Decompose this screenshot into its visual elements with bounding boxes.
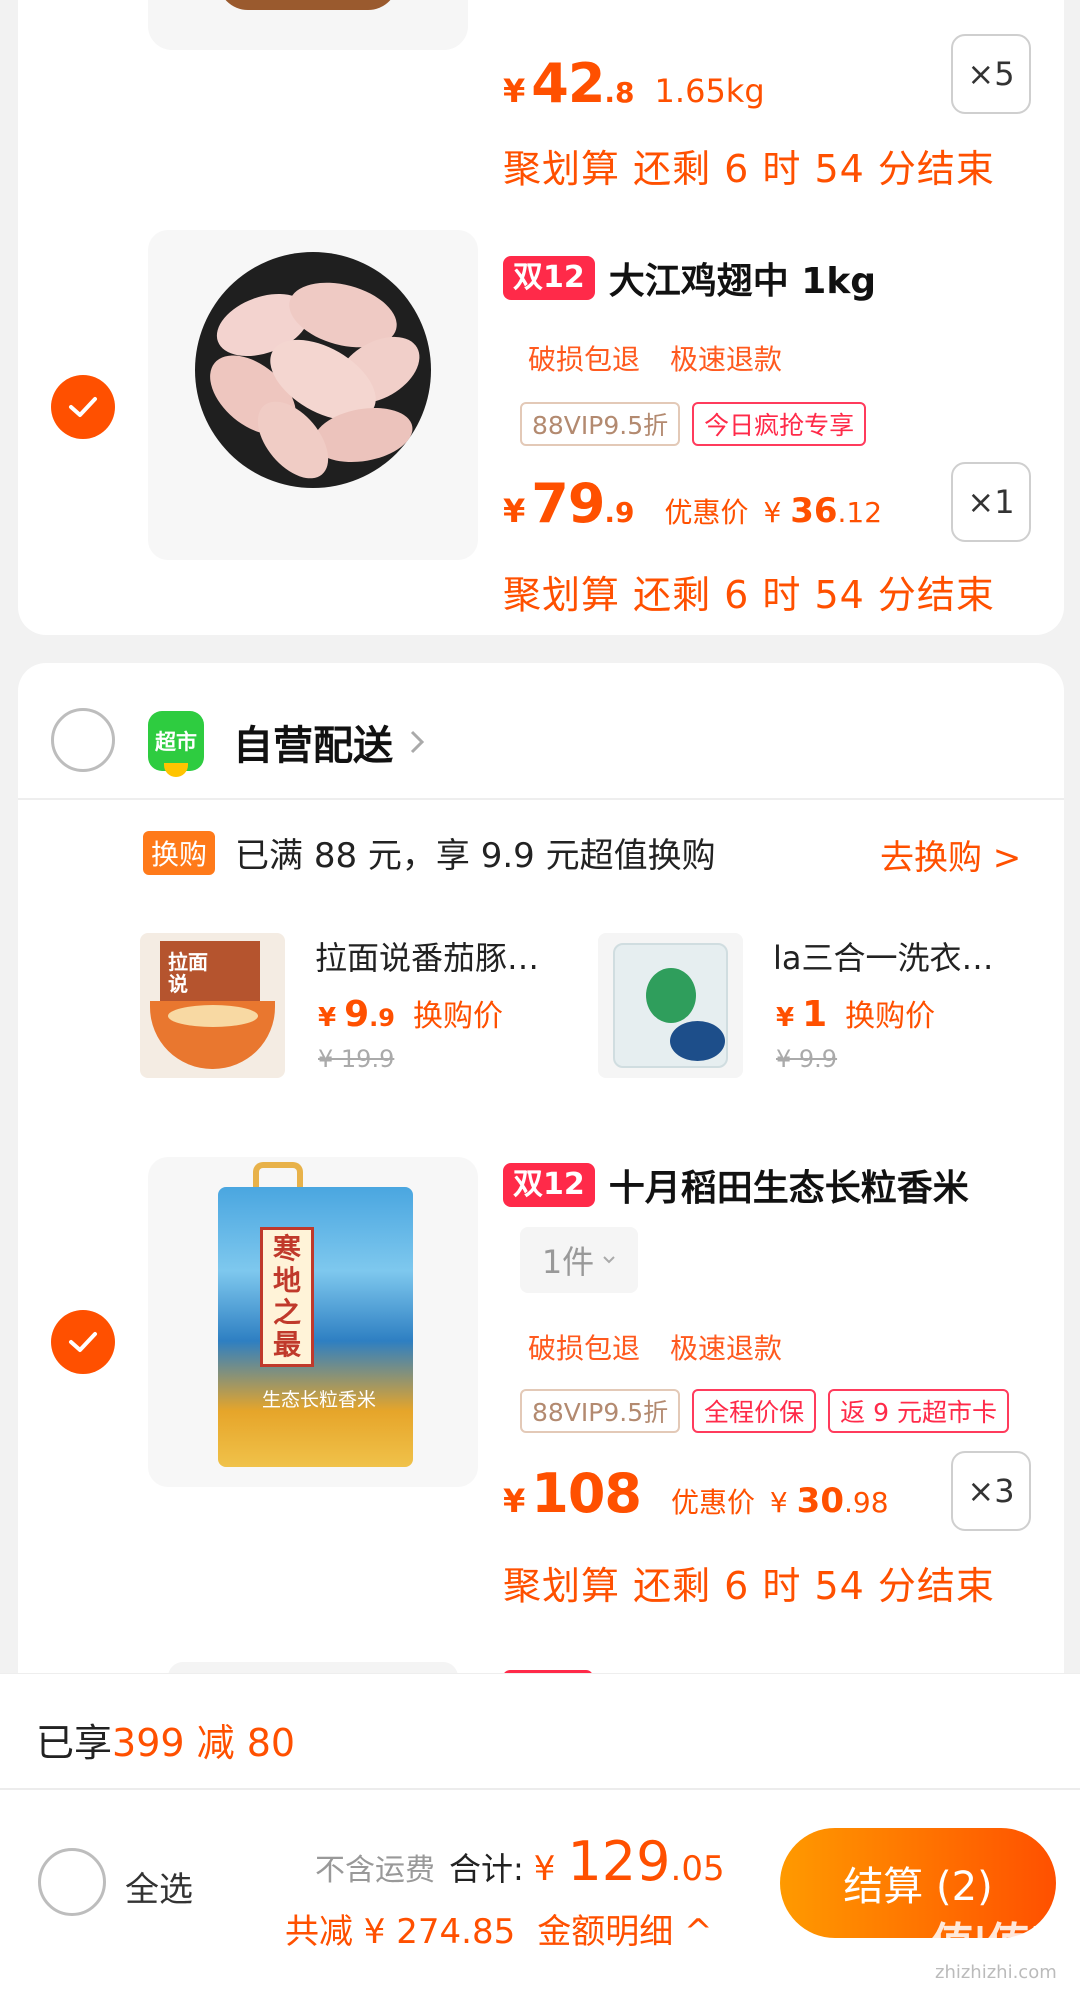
checkmark-icon xyxy=(69,1332,97,1352)
spec-selector[interactable]: 1件 xyxy=(520,1227,638,1293)
saved-row: 共减 ¥ 274.85 金额明细 ^ xyxy=(285,1904,713,1953)
service-labels: 破损包退 极速退款 xyxy=(528,1332,783,1365)
select-all-label[interactable]: 全选 xyxy=(125,1862,193,1911)
divider xyxy=(18,798,1064,800)
tag-supermarket-card: 返 9 元超市卡 xyxy=(828,1389,1009,1433)
tag-price-protect: 全程价保 xyxy=(692,1389,817,1433)
promo-strip: 已享 399 减 80 xyxy=(0,1673,1080,1788)
double12-badge: 双12 xyxy=(503,256,595,300)
item-checkbox-checked[interactable] xyxy=(51,1310,115,1374)
item-price: ¥ 42 .8 1.65kg xyxy=(503,52,765,115)
tag-88vip: 88VIP9.5折 xyxy=(520,402,681,446)
checkout-bar: 全选 不含运费 合计: ¥ 129 .05 共减 ¥ 274.85 金额明细 ^… xyxy=(0,1788,1080,1995)
exchange-tag: 换购 xyxy=(143,830,216,875)
noodle-image: 拉面说 xyxy=(140,933,285,1078)
item-price: ¥ 79 .9 优惠价 ¥ 36.12 xyxy=(503,472,883,535)
tag-88vip: 88VIP9.5折 xyxy=(520,1389,681,1433)
exchange-price: ¥ 9 .9 换购价 xyxy=(318,994,503,1035)
service-labels: 破损包退 极速退款 xyxy=(528,343,783,376)
discount-price: 优惠价 ¥ 30.98 xyxy=(671,1481,889,1521)
exchange-text: 已满 88 元，享 9.9 元超值换购 xyxy=(235,836,716,876)
chevron-down-icon xyxy=(603,1256,615,1264)
select-all-checkbox[interactable] xyxy=(38,1848,106,1916)
quantity-button[interactable]: ×3 xyxy=(951,1451,1031,1531)
quantity-button[interactable]: ×1 xyxy=(951,462,1031,542)
item-checkbox-checked[interactable] xyxy=(51,375,115,439)
countdown-text: 聚划算 还剩 6 时 54 分结束 xyxy=(503,147,995,191)
exchange-item[interactable]: 拉面说 拉面说番茄豚… ¥ 9 .9 换购价 ¥ 19.9 xyxy=(140,933,580,1083)
store-name[interactable]: 自营配送 xyxy=(233,713,427,771)
product-image-top[interactable] xyxy=(148,0,468,50)
supermarket-logo-icon: 超市 xyxy=(148,711,204,777)
double12-badge: 双12 xyxy=(503,1163,595,1207)
product-title[interactable]: 双12 大江鸡翅中 1kg xyxy=(503,252,876,304)
item-weight: 1.65kg xyxy=(654,72,765,110)
amount-detail-link[interactable]: 金额明细 ^ xyxy=(537,1904,712,1953)
exchange-item[interactable]: la三合一洗衣… ¥ 1 换购价 ¥ 9.9 xyxy=(598,933,1038,1083)
cart-item-card-rice: 寒地之最 生态长粒香米 双12 十月稻田生态长粒香米 1件 破损包退 极速退款 8… xyxy=(18,1117,1064,1677)
watermark-sub: zhizhizhi.com xyxy=(935,1962,1057,1983)
go-exchange-link[interactable]: 去换购 > xyxy=(880,830,1021,879)
cart-item-card-wings: 双12 大江鸡翅中 1kg 破损包退 极速退款 88VIP9.5折 今日疯抢专享 … xyxy=(18,210,1064,635)
exchange-bar: 换购 已满 88 元，享 9.9 元超值换购 xyxy=(143,828,716,877)
promo-tags: 88VIP9.5折 全程价保 返 9 元超市卡 xyxy=(520,1389,1009,1433)
store-checkbox[interactable] xyxy=(51,708,115,772)
chevron-right-icon xyxy=(410,730,425,754)
exchange-price: ¥ 1 换购价 xyxy=(776,994,936,1035)
checkmark-icon xyxy=(69,397,97,417)
countdown-text: 聚划算 还剩 6 时 54 分结束 xyxy=(503,1564,995,1608)
chicken-wings-image xyxy=(195,252,431,488)
product-title[interactable]: 双12 十月稻田生态长粒香米 xyxy=(503,1159,969,1211)
tag-today: 今日疯抢专享 xyxy=(692,402,867,446)
countdown-text: 聚划算 还剩 6 时 54 分结束 xyxy=(503,573,995,617)
item-price: ¥ 108 优惠价 ¥ 30.98 xyxy=(503,1462,889,1525)
discount-price: 优惠价 ¥ 36.12 xyxy=(664,491,883,531)
total-row: 不含运费 合计: ¥ 129 .05 xyxy=(315,1830,725,1893)
laundry-image xyxy=(598,933,743,1078)
promo-tags: 88VIP9.5折 今日疯抢专享 xyxy=(520,402,867,446)
product-image-wings[interactable] xyxy=(148,230,478,560)
cart-item-card-top: ¥ 42 .8 1.65kg ×5 聚划算 还剩 6 时 54 分结束 xyxy=(18,0,1064,210)
product-image-rice[interactable]: 寒地之最 生态长粒香米 xyxy=(148,1157,478,1487)
quantity-button[interactable]: ×5 xyxy=(951,34,1031,114)
